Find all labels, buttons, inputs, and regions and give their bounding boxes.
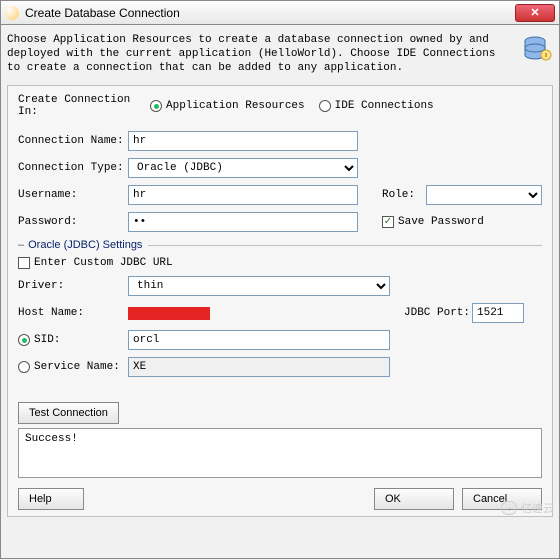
test-result-box: Success!	[18, 428, 542, 478]
database-icon	[521, 33, 553, 75]
redacted-host	[128, 307, 210, 320]
window-title: Create Database Connection	[25, 6, 515, 20]
service-name-label[interactable]: Service Name:	[34, 361, 128, 373]
save-password-checkbox[interactable]: ✓	[382, 216, 394, 228]
jdbc-settings-header: –Oracle (JDBC) Settings	[18, 239, 542, 251]
connection-type-label: Connection Type:	[18, 162, 128, 174]
username-input[interactable]	[128, 185, 358, 205]
test-connection-button[interactable]: Test Connection	[18, 402, 119, 424]
app-icon	[5, 6, 19, 20]
connection-name-label: Connection Name:	[18, 135, 128, 147]
radio-sid[interactable]	[18, 334, 30, 346]
hostname-input[interactable]	[128, 307, 390, 320]
password-label: Password:	[18, 216, 128, 228]
radio-service-name[interactable]	[18, 361, 30, 373]
cancel-button[interactable]: Cancel	[462, 488, 542, 510]
help-button[interactable]: Help	[18, 488, 84, 510]
role-label: Role:	[382, 189, 426, 201]
connection-type-select[interactable]: Oracle (JDBC)	[128, 158, 358, 178]
role-select[interactable]	[426, 185, 542, 205]
connection-name-input[interactable]	[128, 131, 358, 151]
description-text: Choose Application Resources to create a…	[7, 33, 513, 75]
hostname-label: Host Name:	[18, 307, 128, 319]
radio-ide-connections[interactable]	[319, 100, 331, 112]
radio-app-resources[interactable]	[150, 100, 162, 112]
password-input[interactable]	[128, 212, 358, 232]
jdbc-port-input[interactable]	[472, 303, 524, 323]
custom-jdbc-url-label[interactable]: Enter Custom JDBC URL	[34, 257, 173, 269]
jdbc-port-label: JDBC Port:	[404, 307, 472, 319]
driver-select[interactable]: thin	[128, 276, 390, 296]
sid-label[interactable]: SID:	[34, 334, 128, 346]
save-password-label[interactable]: Save Password	[398, 216, 484, 228]
sid-input[interactable]	[128, 330, 390, 350]
create-in-label: Create Connection In:	[18, 94, 150, 118]
service-name-input	[128, 357, 390, 377]
opt-ide-connections[interactable]: IDE Connections	[335, 100, 434, 112]
custom-jdbc-url-checkbox[interactable]	[18, 257, 30, 269]
username-label: Username:	[18, 189, 128, 201]
main-panel: Create Connection In: Application Resour…	[7, 85, 553, 517]
driver-label: Driver:	[18, 280, 128, 292]
dialog-body: Choose Application Resources to create a…	[0, 25, 560, 559]
titlebar: Create Database Connection ✕	[0, 0, 560, 25]
ok-button[interactable]: OK	[374, 488, 454, 510]
opt-app-resources[interactable]: Application Resources	[166, 100, 305, 112]
close-button[interactable]: ✕	[515, 4, 555, 22]
